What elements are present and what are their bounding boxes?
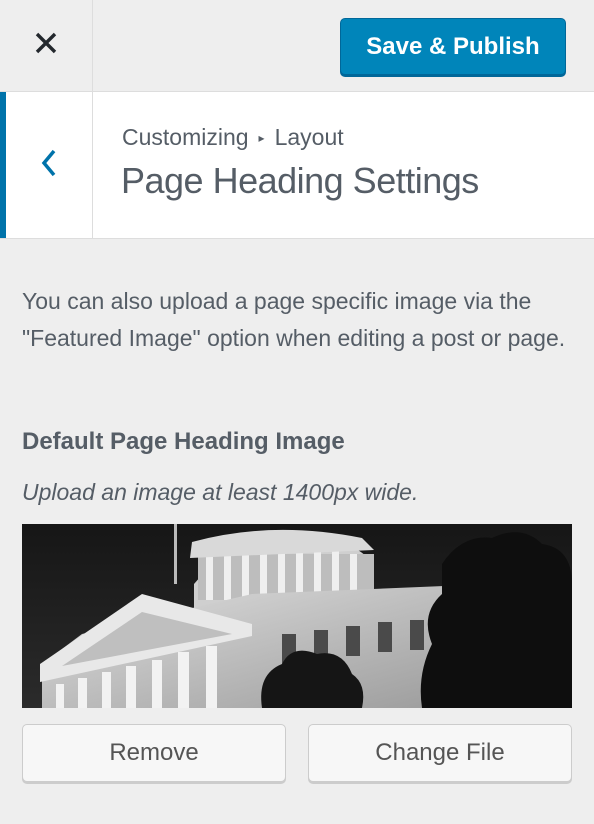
section-header: Customizing ▸ Layout Page Heading Settin… <box>0 92 594 239</box>
section-title: Page Heading Settings <box>121 160 479 201</box>
capitol-photo <box>22 524 572 708</box>
back-button[interactable] <box>0 92 93 238</box>
customizer-header: Save & Publish <box>0 0 594 92</box>
control-description: Upload an image at least 1400px wide. <box>22 479 419 505</box>
control-title: Default Page Heading Image <box>22 428 345 455</box>
remove-button[interactable]: Remove <box>22 724 286 782</box>
save-publish-button[interactable]: Save & Publish <box>340 18 566 75</box>
chevron-left-icon <box>40 148 58 183</box>
close-button[interactable] <box>0 0 93 91</box>
triangle-right-icon: ▸ <box>258 130 265 145</box>
breadcrumb: Customizing ▸ Layout <box>122 124 344 151</box>
breadcrumb-customizing: Customizing <box>122 124 249 150</box>
change-file-button[interactable]: Change File <box>308 724 572 782</box>
breadcrumb-layout: Layout <box>274 124 344 150</box>
image-preview[interactable] <box>22 524 572 708</box>
close-icon <box>34 31 58 60</box>
section-description: You can also upload a page specific imag… <box>22 288 566 351</box>
